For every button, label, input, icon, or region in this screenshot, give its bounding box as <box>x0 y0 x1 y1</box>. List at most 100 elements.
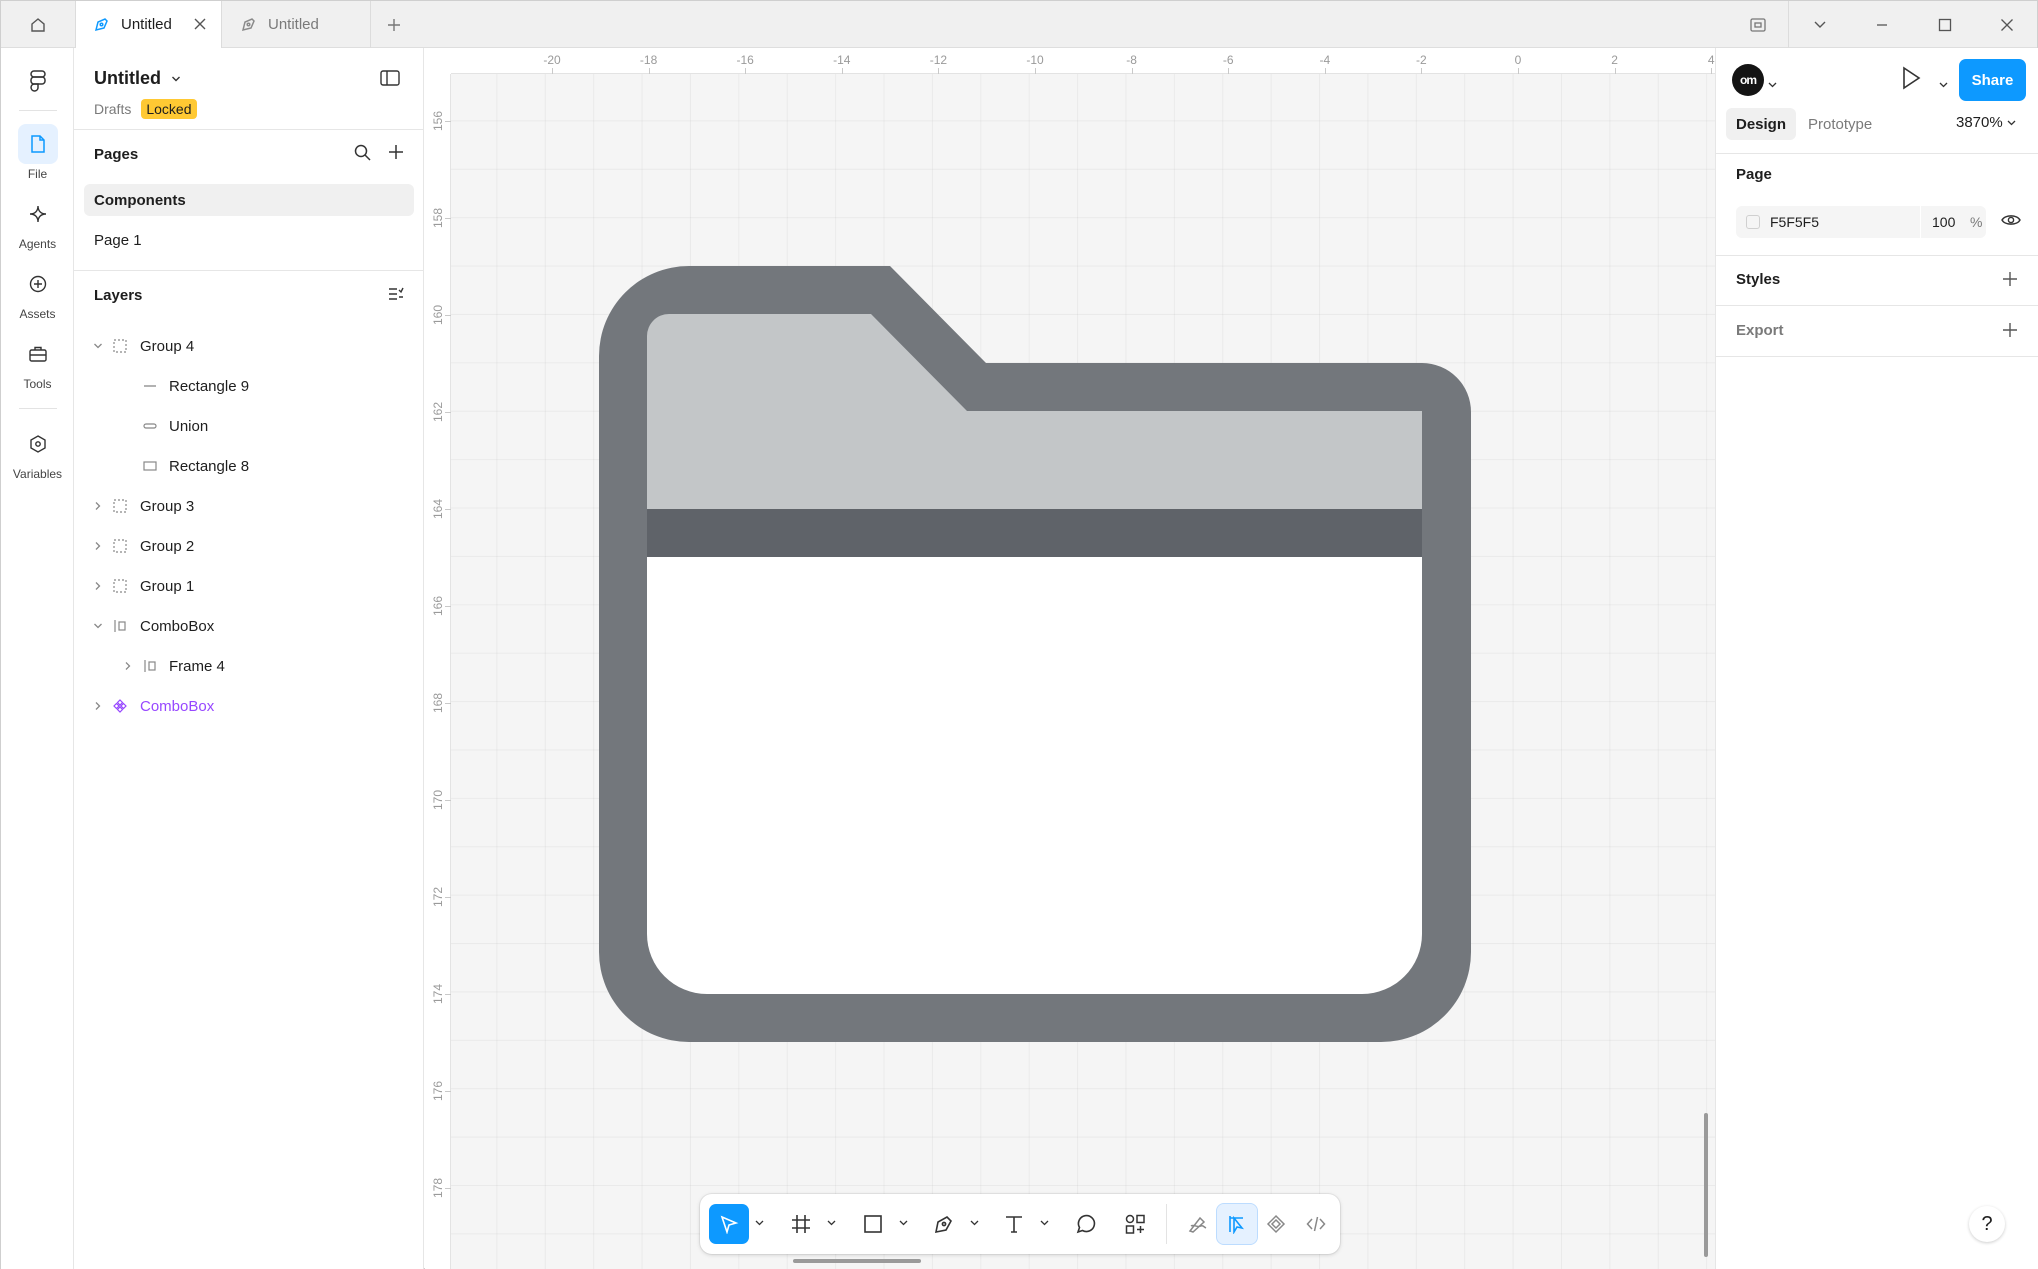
ruler-x-label: -20 <box>543 53 561 67</box>
present-options-menu[interactable] <box>1939 75 1948 92</box>
ruler-y-label: 176 <box>431 1080 445 1101</box>
pen-tool-button[interactable] <box>924 1204 964 1244</box>
search-icon <box>354 144 371 161</box>
layers-options-button[interactable] <box>388 287 404 305</box>
layer-row[interactable]: Group 1 <box>74 570 424 602</box>
divider <box>1716 255 2038 256</box>
toggle-visibility-button[interactable] <box>2001 213 2021 231</box>
zoom-dropdown[interactable]: 3870% <box>1956 114 2016 131</box>
chevron-down-icon <box>755 1220 763 1226</box>
layer-row[interactable]: Group 2 <box>74 530 424 562</box>
text-tool-menu[interactable] <box>1039 1218 1049 1228</box>
chevron-right-icon[interactable] <box>122 660 134 672</box>
layer-row[interactable]: Group 4 <box>74 330 424 362</box>
rail-item-variables[interactable]: Variables <box>1 424 74 481</box>
search-pages-button[interactable] <box>354 144 371 165</box>
comment-tool-button[interactable] <box>1066 1204 1106 1244</box>
page-fill-hex[interactable]: F5F5F5 <box>1770 214 1819 230</box>
chevron-right-icon[interactable] <box>92 580 104 592</box>
vertical-ruler: 156 158 160 162 164 166 168 170 172 174 176 178 <box>425 48 451 1269</box>
help-button[interactable]: ? <box>1969 1206 2005 1242</box>
rail-item-label: Tools <box>23 377 52 391</box>
layer-row[interactable]: Rectangle 9 <box>74 370 424 402</box>
layer-row[interactable]: ComboBox <box>74 610 424 642</box>
rail-item-agents[interactable]: Agents <box>1 194 74 251</box>
chevron-down-icon <box>2007 120 2016 125</box>
pen-tool-menu[interactable] <box>969 1218 979 1228</box>
layer-row[interactable]: Rectangle 8 <box>74 450 424 482</box>
chevron-down-icon[interactable] <box>92 620 104 632</box>
multiplayer-menu[interactable] <box>1768 75 1777 92</box>
main-menu-button[interactable] <box>1 64 74 98</box>
draw-icon <box>1188 1216 1207 1233</box>
close-tab-button[interactable] <box>193 17 207 35</box>
tab-prototype[interactable]: Prototype <box>1798 108 1882 140</box>
actions-button[interactable] <box>1115 1204 1155 1244</box>
vertical-scrollbar[interactable] <box>1704 1113 1708 1257</box>
chevron-down-icon[interactable] <box>92 340 104 352</box>
move-tool-menu[interactable] <box>754 1218 764 1228</box>
folder-divider-band <box>647 509 1422 557</box>
share-button[interactable]: Share <box>1959 59 2026 101</box>
divider <box>1166 1204 1167 1244</box>
rail-item-assets[interactable]: Assets <box>1 264 74 321</box>
layer-name: Rectangle 8 <box>169 457 250 475</box>
file-name-menu[interactable]: Untitled <box>94 68 181 89</box>
chevron-right-icon[interactable] <box>92 500 104 512</box>
move-tool-button[interactable] <box>709 1204 749 1244</box>
folder-illustration[interactable] <box>599 266 1471 1042</box>
add-page-button[interactable] <box>388 144 404 164</box>
layer-row[interactable]: Frame 4 <box>74 650 424 682</box>
tab-untitled[interactable]: Untitled <box>223 1 371 48</box>
page-section-title: Page <box>1736 166 1772 183</box>
layer-row[interactable]: Union <box>74 410 424 442</box>
drafts-link[interactable]: Drafts <box>94 101 131 117</box>
divider <box>19 408 57 409</box>
minimize-button[interactable] <box>1852 1 1912 48</box>
new-tab-button[interactable] <box>379 13 409 37</box>
chevron-right-icon[interactable] <box>92 700 104 712</box>
rail-item-label: Variables <box>12 467 63 481</box>
add-style-button[interactable] <box>2002 271 2018 291</box>
home-button[interactable] <box>1 1 76 48</box>
page-fill-opacity[interactable]: 100 <box>1932 214 1955 230</box>
rail-item-tools[interactable]: Tools <box>1 334 74 391</box>
toggle-sidebar-button[interactable] <box>380 70 400 90</box>
ruler-corner <box>425 48 451 74</box>
layer-row[interactable]: ComboBox <box>74 690 424 722</box>
close-window-button[interactable] <box>1977 1 2037 48</box>
dev-mode-button[interactable] <box>1296 1204 1336 1244</box>
shape-tool-menu[interactable] <box>898 1218 908 1228</box>
draw-mode-button[interactable] <box>1178 1204 1218 1244</box>
page-fill-row[interactable]: F5F5F5 100 % <box>1736 206 1986 238</box>
page-item-page-1[interactable]: Page 1 <box>84 224 414 256</box>
text-tool-button[interactable] <box>994 1204 1034 1244</box>
color-swatch[interactable] <box>1746 215 1760 229</box>
layer-row[interactable]: Group 3 <box>74 490 424 522</box>
tab-design[interactable]: Design <box>1726 108 1797 140</box>
page-label: Components <box>94 191 186 209</box>
tabs-dropdown-button[interactable] <box>1790 1 1850 48</box>
components-mode-button[interactable] <box>1256 1204 1296 1244</box>
horizontal-scrollbar[interactable] <box>793 1259 921 1263</box>
plus-icon <box>389 145 403 159</box>
union-icon <box>142 418 158 434</box>
ruler-y-label: 162 <box>431 401 445 422</box>
rail-item-file[interactable]: File <box>1 124 74 181</box>
rectangle-tool-button[interactable] <box>853 1204 893 1244</box>
add-export-button[interactable] <box>2002 322 2018 342</box>
chevron-right-icon[interactable] <box>92 540 104 552</box>
frame-tool-button[interactable] <box>781 1204 821 1244</box>
present-button[interactable] <box>1900 66 1922 94</box>
page-item-components[interactable]: Components <box>84 184 414 216</box>
design-mode-button[interactable] <box>1216 1203 1258 1245</box>
component-icon <box>1266 1214 1286 1234</box>
frame-tool-menu[interactable] <box>826 1218 836 1228</box>
ruler-x-label: -2 <box>1416 53 1427 67</box>
avatar[interactable]: om <box>1732 64 1764 96</box>
maximize-icon <box>1938 18 1952 31</box>
sidebar-layout-button[interactable] <box>1728 1 1788 48</box>
tab-untitled-active[interactable]: Untitled <box>76 1 222 48</box>
maximize-button[interactable] <box>1915 1 1975 48</box>
ruler-x-tick <box>1131 68 1133 74</box>
